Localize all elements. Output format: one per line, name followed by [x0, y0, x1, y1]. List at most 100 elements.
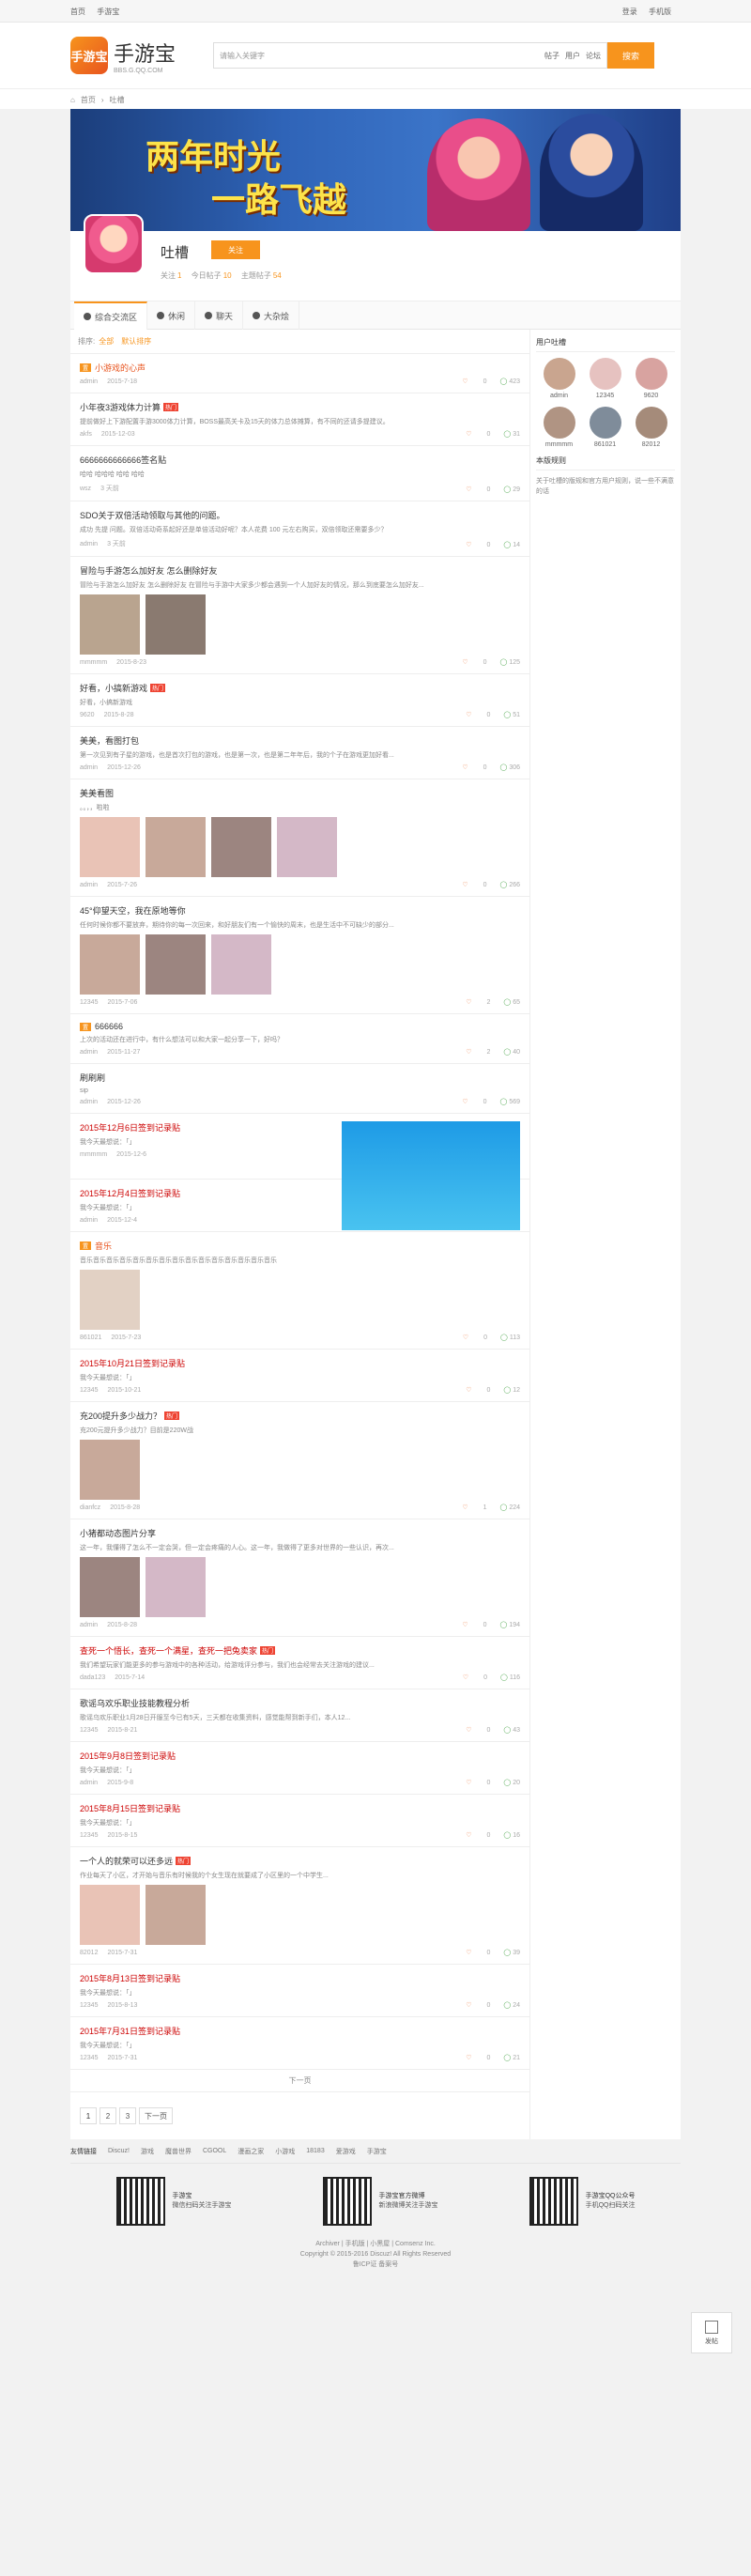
- avatar[interactable]: [589, 358, 621, 390]
- thread-author[interactable]: admin: [80, 1049, 98, 1056]
- search-option-users[interactable]: 用户: [565, 51, 580, 61]
- page-2[interactable]: 2: [100, 2107, 116, 2124]
- friend-link[interactable]: 手游宝: [367, 2147, 387, 2156]
- thread-author[interactable]: admin: [80, 882, 98, 888]
- thread-author[interactable]: admin: [80, 1099, 98, 1105]
- thread-row[interactable]: 置 666666 上次的活动还在进行中，有什么想法可以和大家一起分享一下，好吗？ ad…: [70, 1014, 529, 1064]
- thread-row[interactable]: 2015年10月21日签到记录贴 我今天最想说：「」 12345 2015-10-21…: [70, 1350, 529, 1402]
- thread-title[interactable]: 美美，看图打包: [80, 734, 520, 747]
- user-name[interactable]: mmmmm: [536, 441, 582, 448]
- thread-row[interactable]: 2015年8月15日签到记录贴 我今天最想说：「」 12345 2015-8-15 ♡ …: [70, 1795, 529, 1847]
- thread-title[interactable]: 置音乐: [80, 1240, 520, 1252]
- user-name[interactable]: 12345: [582, 393, 628, 399]
- page-3[interactable]: 3: [119, 2107, 136, 2124]
- thread-author[interactable]: dianfcz: [80, 1504, 100, 1511]
- thread-title[interactable]: 歌谣乌欢乐职业技能教程分析: [80, 1697, 520, 1709]
- search-option-posts[interactable]: 帖子: [544, 51, 559, 61]
- thread-row[interactable]: 置小游戏的心声 admin 2015-7-18 ♡ 0 ◯ 423: [70, 354, 529, 393]
- thread-thumbnail[interactable]: [146, 817, 206, 877]
- search-input[interactable]: 请输入关键字 帖子 用户 论坛: [213, 42, 608, 69]
- thread-thumbnail[interactable]: [80, 1440, 140, 1500]
- thread-row[interactable]: 冒险与手游怎么加好友 怎么删除好友 冒险与手游怎么加好友 怎么删除好友 在冒险与手…: [70, 557, 529, 674]
- page-1[interactable]: 1: [80, 2107, 97, 2124]
- thread-thumbnail[interactable]: [277, 817, 337, 877]
- thread-title[interactable]: 冒险与手游怎么加好友 怎么删除好友: [80, 564, 520, 577]
- thread-author[interactable]: 82012: [80, 1950, 98, 1956]
- thread-author[interactable]: 12345: [80, 2055, 98, 2061]
- avatar[interactable]: [543, 407, 575, 439]
- friend-link[interactable]: 魔兽世界: [165, 2147, 192, 2156]
- tab-chat[interactable]: 聊天: [195, 301, 244, 330]
- thread-thumbnail[interactable]: [146, 1557, 206, 1617]
- thread-title[interactable]: 45°仰望天空，我在原地等你: [80, 904, 520, 917]
- user-name[interactable]: 861021: [582, 441, 628, 448]
- avatar[interactable]: [635, 358, 667, 390]
- friend-link[interactable]: 游戏: [141, 2147, 154, 2156]
- thread-author[interactable]: admin: [80, 1217, 98, 1224]
- thread-row[interactable]: 好看，小搞新游戏 热门 好看，小搞新游戏 9620 2015-8-28 ♡ 0 ◯ 51: [70, 674, 529, 727]
- new-post-button[interactable]: 发帖: [691, 2312, 732, 2353]
- user-card[interactable]: 861021: [582, 407, 628, 448]
- thread-row[interactable]: 6666666666666签名贴 哈哈 哈哈哈 哈哈 哈哈 wsz 3 天前 ♡ 0 ◯ …: [70, 446, 529, 501]
- thread-author[interactable]: admin: [80, 1622, 98, 1628]
- tab-general[interactable]: 综合交流区: [74, 301, 148, 330]
- thread-row[interactable]: 美美，看图打包 第一次见到有子星的游戏，也是首次打包的游戏，也是第一次，也是第二年…: [70, 727, 529, 779]
- page-next[interactable]: 下一页: [139, 2107, 173, 2124]
- thread-row[interactable]: 2015年12月6日签到记录贴 我今天最想说：「」 mmmmm 2015-12-6: [70, 1114, 529, 1230]
- thread-author[interactable]: admin: [80, 378, 98, 385]
- avatar[interactable]: [589, 407, 621, 439]
- thread-title[interactable]: 置小游戏的心声: [80, 362, 520, 374]
- thread-row[interactable]: 2015年7月31日签到记录贴 我今天最想说：「」 12345 2015-7-31 ♡ …: [70, 2017, 529, 2070]
- thread-row[interactable]: 置音乐 音乐音乐音乐音乐音乐音乐音乐音乐音乐音乐音乐音乐音乐音乐音乐 861021 2…: [70, 1232, 529, 1350]
- load-more[interactable]: 下一页: [70, 2070, 529, 2092]
- footer-links[interactable]: Archiver | 手机版 | 小黑屋 | Comsenz Inc.: [0, 2239, 751, 2249]
- thread-author[interactable]: 12345: [80, 999, 98, 1006]
- thread-thumbnail[interactable]: [146, 594, 206, 655]
- thread-title[interactable]: 6666666666666签名贴: [80, 454, 520, 466]
- thread-author[interactable]: 12345: [80, 1387, 98, 1394]
- thread-title[interactable]: 2015年10月21日签到记录贴: [80, 1357, 520, 1369]
- user-name[interactable]: 82012: [628, 441, 674, 448]
- thread-thumbnail[interactable]: [211, 934, 271, 995]
- thread-row[interactable]: 小猪都动态图片分享 这一年，我懂得了怎么不一定会哭，但一定会疼痛的人心。这一年，我…: [70, 1519, 529, 1637]
- thread-thumbnail[interactable]: [80, 1270, 140, 1330]
- filter-order[interactable]: 默认排序: [121, 336, 151, 347]
- thread-row[interactable]: 歌谣乌欢乐职业技能教程分析 歌谣乌欢乐职业1月28日开服至今已有5天，三天都在收集…: [70, 1689, 529, 1742]
- thread-title[interactable]: 好看，小搞新游戏 热门: [80, 682, 520, 694]
- top-link-home[interactable]: 首页: [70, 8, 85, 16]
- thread-thumbnail[interactable]: [80, 934, 140, 995]
- thread-title[interactable]: 小猪都动态图片分享: [80, 1527, 520, 1539]
- thread-row[interactable]: 刷刷刷 sip admin 2015-12-26 ♡ 0 ◯ 569: [70, 1064, 529, 1114]
- thread-author[interactable]: admin: [80, 764, 98, 771]
- friend-link[interactable]: 小游戏: [275, 2147, 295, 2156]
- thread-row[interactable]: 45°仰望天空，我在原地等你 任何时候你都不要放弃，期待你的每一次回来，和好朋友们…: [70, 897, 529, 1014]
- thread-thumbnail[interactable]: [211, 817, 271, 877]
- thread-author[interactable]: akfs: [80, 431, 92, 438]
- thread-author[interactable]: admin: [80, 1780, 98, 1786]
- breadcrumb-current[interactable]: 吐槽: [110, 95, 125, 105]
- thread-thumbnail[interactable]: [80, 1557, 140, 1617]
- follow-button[interactable]: 关注: [211, 240, 260, 259]
- top-link-brand[interactable]: 手游宝: [97, 8, 119, 16]
- tab-misc[interactable]: 大杂烩: [243, 301, 300, 330]
- thread-author[interactable]: mmmmm: [80, 659, 107, 666]
- thread-author[interactable]: mmmmm: [80, 1151, 107, 1158]
- user-card[interactable]: 9620: [628, 358, 674, 399]
- thread-title[interactable]: SDO关于双倍活动领取与其他的问题。: [80, 509, 520, 521]
- friend-link[interactable]: 漫画之家: [238, 2147, 264, 2156]
- thread-thumbnail[interactable]: [146, 1885, 206, 1945]
- avatar[interactable]: [635, 407, 667, 439]
- thread-title[interactable]: 2015年12月4日签到记录贴: [80, 1187, 520, 1199]
- thread-title[interactable]: 美美看图: [80, 787, 520, 799]
- thread-row[interactable]: 美美看图 。。，，啦啦 admin 2015-7-26 ♡ 0 ◯ 266: [70, 779, 529, 897]
- user-card[interactable]: mmmmm: [536, 407, 582, 448]
- thread-row[interactable]: 小年夜3游戏体力计算 热门 提前做好上下游配置手游3000体力计算，BOSS最高关卡…: [70, 393, 529, 446]
- user-card[interactable]: 12345: [582, 358, 628, 399]
- thread-thumbnail[interactable]: [80, 1885, 140, 1945]
- thread-thumbnail[interactable]: [80, 594, 140, 655]
- thread-row[interactable]: SDO关于双倍活动领取与其他的问题。 成功 先提 问题。双倍活动奇系起好还是单倍活…: [70, 501, 529, 557]
- thread-title[interactable]: 2015年8月15日签到记录贴: [80, 1802, 520, 1814]
- thread-title[interactable]: 一个人的就荣可以还多远 热门: [80, 1855, 520, 1867]
- user-card[interactable]: admin: [536, 358, 582, 399]
- thread-author[interactable]: wsz: [80, 486, 91, 492]
